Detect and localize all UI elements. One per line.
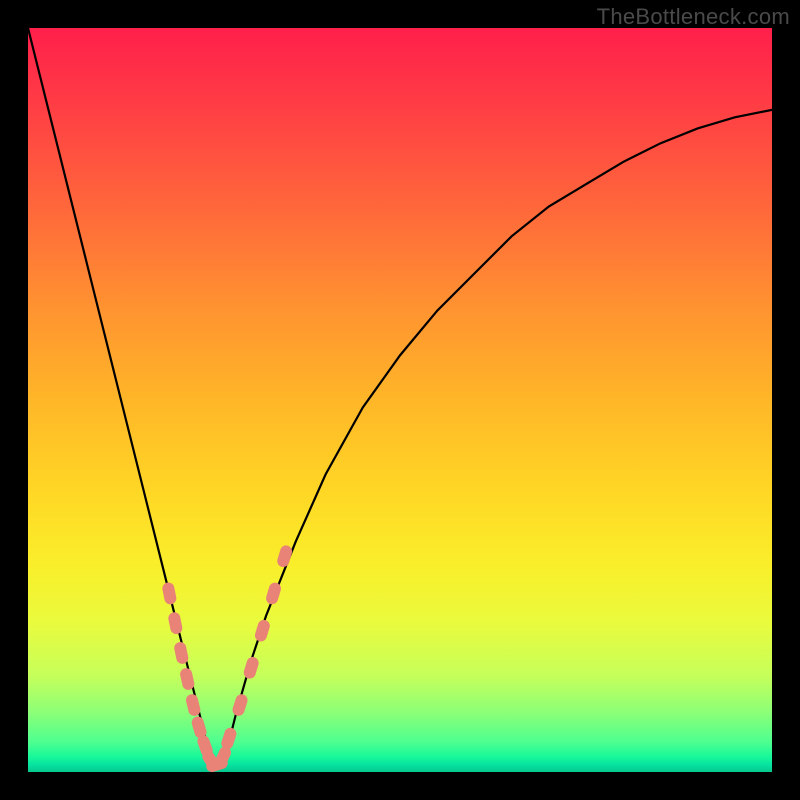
chart-svg	[28, 28, 772, 772]
marker-group	[161, 544, 293, 772]
marker	[185, 693, 202, 717]
watermark-text: TheBottleneck.com	[597, 4, 790, 30]
marker	[173, 641, 189, 665]
marker	[231, 693, 249, 718]
plot-area	[28, 28, 772, 772]
marker	[167, 611, 183, 635]
marker	[265, 581, 283, 606]
marker	[253, 618, 271, 643]
marker	[242, 656, 260, 681]
marker	[179, 667, 196, 691]
chart-stage: TheBottleneck.com	[0, 0, 800, 800]
marker	[276, 544, 294, 569]
marker	[161, 581, 177, 605]
bottleneck-curve	[28, 28, 772, 765]
